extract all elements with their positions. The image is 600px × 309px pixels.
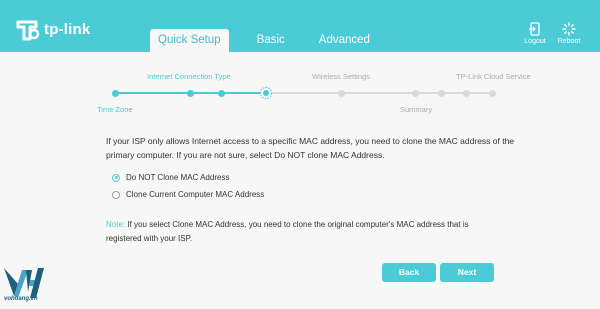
option-clone-current[interactable]: Clone Current Computer MAC Address [112, 190, 264, 199]
step-label-cloud: TP-Link Cloud Service [456, 72, 531, 81]
option-clone-current-label: Clone Current Computer MAC Address [126, 190, 265, 199]
step-label-wireless: Wireless Settings [312, 72, 370, 81]
step-dot-internet [187, 89, 194, 97]
reboot-icon [562, 22, 576, 36]
main-tabs: Quick Setup Basic Advanced [150, 29, 395, 52]
tab-basic[interactable]: Basic [248, 29, 294, 52]
step-dot-internet-2 [218, 89, 225, 97]
tab-advanced[interactable]: Advanced [310, 29, 379, 52]
step-label-internet: Internet Connection Type [147, 72, 231, 81]
radio-do-not-clone[interactable] [112, 173, 120, 182]
logout-label: Logout [524, 38, 546, 45]
tab-quick-setup[interactable]: Quick Setup [150, 29, 229, 52]
progress-track-remaining [267, 92, 492, 94]
step-dot-summary-pre [412, 89, 419, 97]
option-do-not-clone[interactable]: Do NOT Clone MAC Address [112, 173, 229, 182]
tp-link-logo: tp-link [14, 19, 90, 41]
back-button[interactable]: Back [382, 263, 436, 282]
next-button[interactable]: Next [440, 263, 494, 282]
radio-clone-current[interactable] [112, 190, 120, 199]
step-label-summary: Summary [400, 105, 433, 114]
step-dot-cloud [489, 89, 496, 97]
note-text: Note: If you select Clone MAC Address, y… [106, 218, 476, 246]
note-label: Note: [106, 220, 126, 229]
step-dot-current [259, 86, 273, 100]
brand-name: tp-link [44, 21, 91, 38]
step-dot-cloud-pre [463, 89, 470, 97]
note-body: If you select Clone MAC Address, you nee… [106, 220, 469, 243]
step-dot-wireless [338, 89, 345, 97]
logout-button[interactable]: Logout [520, 22, 550, 45]
step-dot-summary [438, 89, 445, 97]
step-label-timezone: Time Zone [97, 105, 133, 114]
option-do-not-clone-label: Do NOT Clone MAC Address [126, 173, 230, 182]
step-dot-timezone [112, 89, 119, 97]
mac-clone-description: If your ISP only allows Internet access … [106, 136, 515, 160]
logout-icon [529, 22, 540, 36]
setup-progress-stepper: Internet Connection Type Wireless Settin… [0, 52, 600, 122]
tp-link-logo-icon [16, 20, 40, 41]
reboot-button[interactable]: Reboot [554, 22, 584, 45]
watermark-text: vohoang.vn [4, 296, 38, 302]
reboot-label: Reboot [557, 38, 581, 45]
top-header: tp-link Quick Setup Basic Advanced Logou… [0, 0, 600, 52]
